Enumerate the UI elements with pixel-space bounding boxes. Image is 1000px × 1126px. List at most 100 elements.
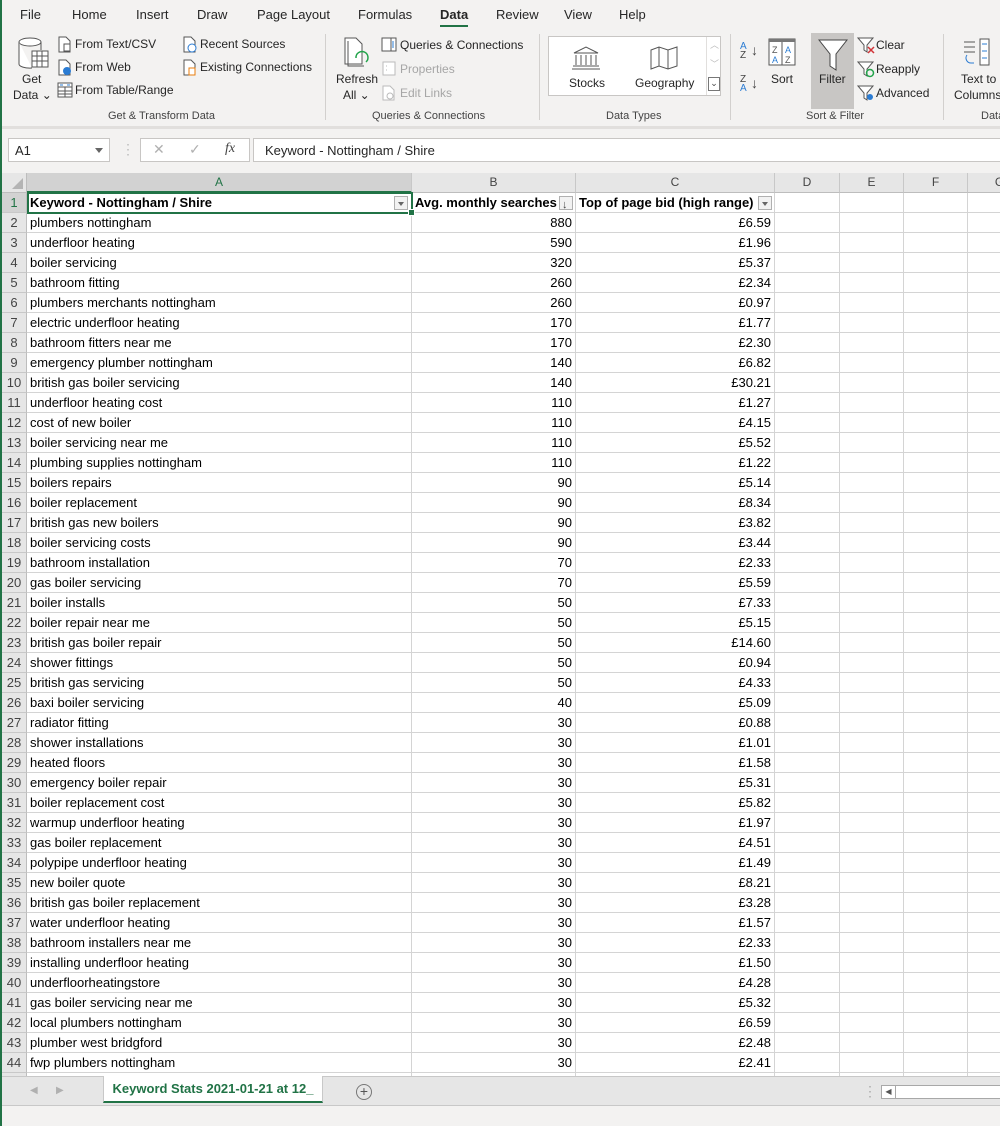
geography-icon[interactable] (649, 45, 679, 71)
bid-cell[interactable]: £7.33 (576, 593, 775, 613)
empty-cell[interactable] (904, 273, 968, 293)
empty-cell[interactable] (968, 573, 1000, 593)
row-header[interactable]: 42 (2, 1013, 27, 1033)
empty-cell[interactable] (840, 773, 904, 793)
searches-cell[interactable]: 30 (412, 913, 576, 933)
row-header[interactable]: 23 (2, 633, 27, 653)
empty-cell[interactable] (775, 273, 840, 293)
empty-cell[interactable] (840, 533, 904, 553)
empty-cell[interactable] (840, 573, 904, 593)
empty-cell[interactable] (840, 433, 904, 453)
empty-cell[interactable] (968, 1033, 1000, 1053)
searches-cell[interactable]: 260 (412, 293, 576, 313)
empty-cell[interactable] (840, 693, 904, 713)
row-header[interactable]: 35 (2, 873, 27, 893)
row-header[interactable]: 20 (2, 573, 27, 593)
get-data-button[interactable]: Data ⌄ (13, 88, 52, 102)
bid-cell[interactable]: £0.88 (576, 713, 775, 733)
filter-dropdown-icon[interactable] (394, 196, 408, 210)
row-header[interactable]: 44 (2, 1053, 27, 1073)
row-header[interactable]: 37 (2, 913, 27, 933)
empty-cell[interactable] (775, 813, 840, 833)
empty-cell[interactable] (904, 933, 968, 953)
gallery-scroll[interactable]: ︿ ﹀ ⌄ (706, 37, 721, 95)
empty-cell[interactable] (904, 953, 968, 973)
empty-cell[interactable] (775, 1033, 840, 1053)
empty-cell[interactable] (775, 193, 840, 213)
row-header[interactable]: 13 (2, 433, 27, 453)
empty-cell[interactable] (904, 713, 968, 733)
empty-cell[interactable] (775, 253, 840, 273)
searches-cell[interactable]: 30 (412, 733, 576, 753)
empty-cell[interactable] (904, 593, 968, 613)
row-header[interactable]: 28 (2, 733, 27, 753)
searches-cell[interactable]: 50 (412, 673, 576, 693)
column-header-c[interactable]: C (576, 173, 775, 193)
reapply-button[interactable]: Reapply (876, 62, 920, 76)
get-data-icon[interactable] (16, 36, 50, 72)
empty-cell[interactable] (840, 553, 904, 573)
row-header[interactable]: 1 (2, 193, 27, 213)
from-web-button[interactable]: From Web (75, 60, 131, 74)
empty-cell[interactable] (904, 753, 968, 773)
bid-cell[interactable]: £5.32 (576, 993, 775, 1013)
empty-cell[interactable] (904, 393, 968, 413)
row-header[interactable]: 5 (2, 273, 27, 293)
bid-cell[interactable]: £1.97 (576, 813, 775, 833)
bid-cell[interactable]: £1.01 (576, 733, 775, 753)
empty-cell[interactable] (840, 1013, 904, 1033)
row-header[interactable]: 40 (2, 973, 27, 993)
spreadsheet-grid[interactable]: A B C D E F G 1 Keyword - Nottingham / Shire Avg.… (2, 173, 1000, 1076)
row-header[interactable]: 14 (2, 453, 27, 473)
bid-cell[interactable]: £1.49 (576, 853, 775, 873)
keyword-cell[interactable]: bathroom fitting (27, 273, 412, 293)
keyword-cell[interactable]: water underfloor heating (27, 913, 412, 933)
empty-cell[interactable] (840, 713, 904, 733)
menu-tab-data[interactable]: Data (440, 7, 469, 27)
empty-cell[interactable] (840, 733, 904, 753)
searches-cell[interactable]: 90 (412, 513, 576, 533)
empty-cell[interactable] (968, 773, 1000, 793)
empty-cell[interactable] (968, 873, 1000, 893)
empty-cell[interactable] (775, 793, 840, 813)
bid-cell[interactable]: £4.28 (576, 973, 775, 993)
empty-cell[interactable] (775, 893, 840, 913)
from-table-range-button[interactable]: From Table/Range (75, 83, 174, 97)
searches-cell[interactable]: 30 (412, 1033, 576, 1053)
empty-cell[interactable] (775, 633, 840, 653)
empty-cell[interactable] (904, 193, 968, 213)
empty-cell[interactable] (904, 993, 968, 1013)
empty-cell[interactable] (968, 693, 1000, 713)
empty-cell[interactable] (904, 573, 968, 593)
empty-cell[interactable] (840, 893, 904, 913)
keyword-cell[interactable]: baxi boiler servicing (27, 693, 412, 713)
empty-cell[interactable] (775, 693, 840, 713)
row-header[interactable]: 3 (2, 233, 27, 253)
empty-cell[interactable] (775, 353, 840, 373)
empty-cell[interactable] (968, 413, 1000, 433)
keyword-cell[interactable]: plumbers nottingham (27, 213, 412, 233)
empty-cell[interactable] (840, 993, 904, 1013)
bid-cell[interactable]: £6.82 (576, 353, 775, 373)
bid-cell[interactable]: £4.33 (576, 673, 775, 693)
empty-cell[interactable] (968, 933, 1000, 953)
bid-cell[interactable]: £8.21 (576, 873, 775, 893)
empty-cell[interactable] (968, 373, 1000, 393)
empty-cell[interactable] (968, 493, 1000, 513)
add-sheet-icon[interactable]: + (356, 1084, 372, 1100)
empty-cell[interactable] (904, 853, 968, 873)
row-header[interactable]: 33 (2, 833, 27, 853)
empty-cell[interactable] (968, 1053, 1000, 1073)
empty-cell[interactable] (968, 593, 1000, 613)
keyword-cell[interactable]: bathroom installers near me (27, 933, 412, 953)
empty-cell[interactable] (968, 733, 1000, 753)
keyword-cell[interactable]: british gas boiler repair (27, 633, 412, 653)
keyword-cell[interactable]: bathroom installation (27, 553, 412, 573)
sort-button[interactable]: Sort (771, 72, 793, 86)
searches-cell[interactable]: 30 (412, 933, 576, 953)
empty-cell[interactable] (775, 293, 840, 313)
empty-cell[interactable] (775, 393, 840, 413)
menu-tab-draw[interactable]: Draw (197, 7, 227, 22)
searches-cell[interactable]: 110 (412, 433, 576, 453)
empty-cell[interactable] (904, 733, 968, 753)
